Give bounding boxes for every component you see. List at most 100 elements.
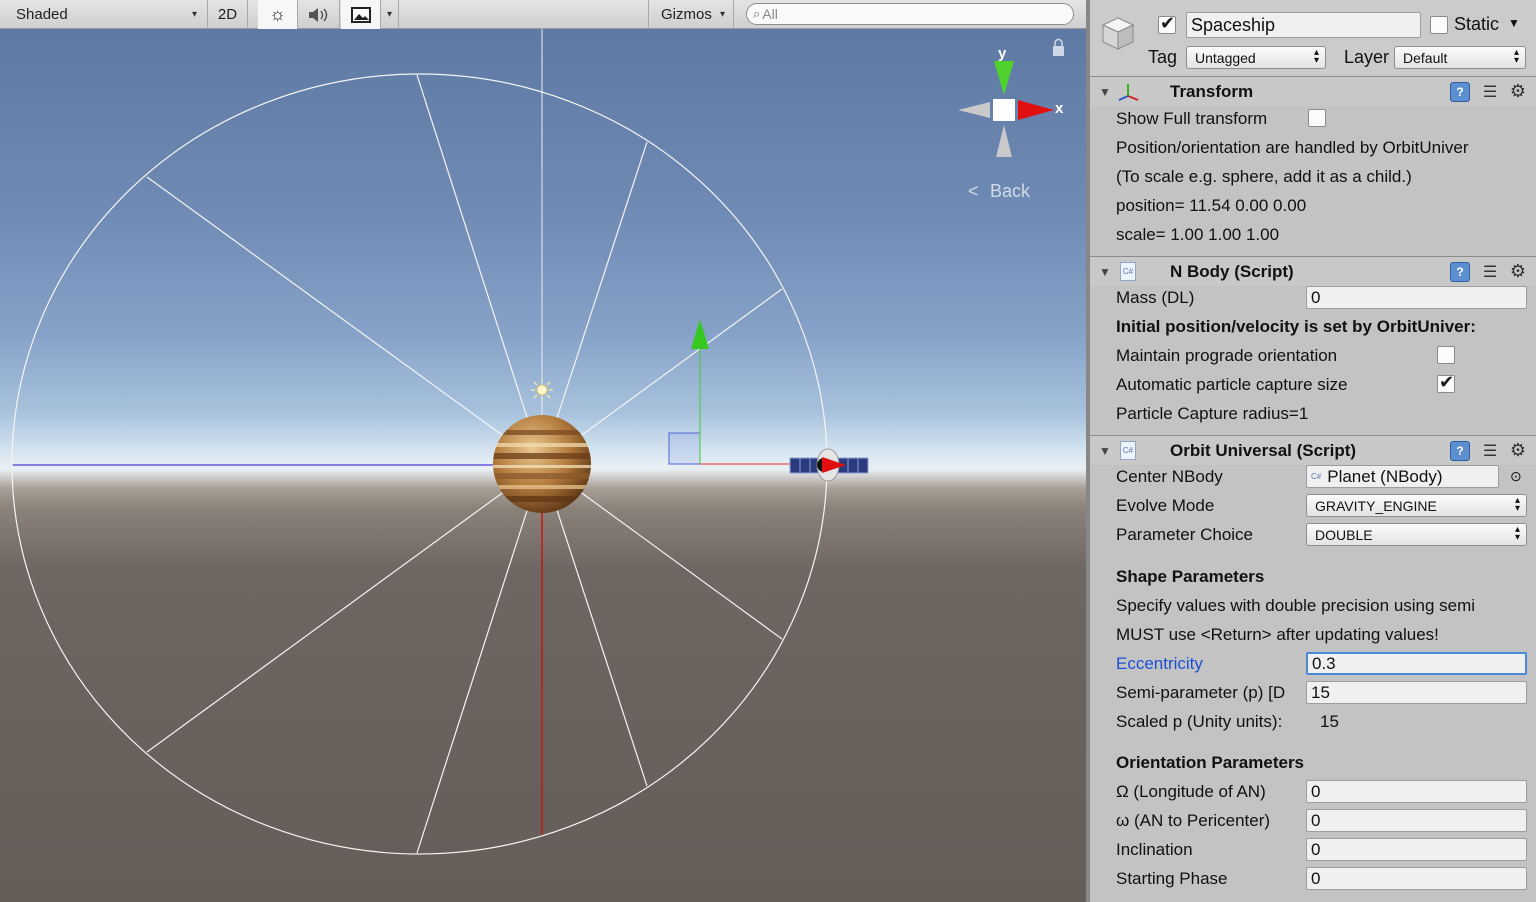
layer-label: Layer bbox=[1344, 47, 1390, 67]
static-label: Static bbox=[1454, 14, 1500, 34]
scene-view[interactable]: Shaded ▾ 2D ☼ ▾ Gizmos ▾ ⌕ All y x < Bac… bbox=[0, 0, 1086, 902]
help-icon[interactable]: ? bbox=[1450, 81, 1470, 102]
spaceship[interactable] bbox=[789, 448, 869, 482]
presets-icon[interactable]: ☰ bbox=[1480, 441, 1500, 461]
initial-position-note: Initial position/velocity is set by Orbi… bbox=[1116, 316, 1476, 336]
chevron-down-icon: ▾ bbox=[386, 9, 393, 20]
back-label[interactable]: Back bbox=[990, 181, 1031, 201]
static-checkbox[interactable] bbox=[1430, 16, 1448, 34]
back-chevron-icon[interactable]: < bbox=[968, 181, 979, 201]
light-gizmo-icon bbox=[531, 379, 553, 401]
show-full-transform-checkbox[interactable] bbox=[1308, 109, 1326, 127]
shape-note-1: Specify values with double precision usi… bbox=[1116, 595, 1476, 615]
transform-note-2: (To scale e.g. sphere, add it as a child… bbox=[1116, 166, 1412, 186]
gear-icon[interactable]: ⚙ bbox=[1508, 261, 1528, 282]
csharp-script-icon: C# bbox=[1311, 472, 1322, 481]
mass-field[interactable]: 0 bbox=[1306, 286, 1527, 309]
gear-icon[interactable]: ⚙ bbox=[1508, 81, 1528, 102]
scene-graphics: y x < Back bbox=[11, 29, 1064, 855]
effects-dropdown[interactable]: ▾ bbox=[381, 0, 399, 29]
planet[interactable] bbox=[490, 415, 600, 513]
semi-parameter-field[interactable]: 15 bbox=[1306, 681, 1527, 704]
scene-toolbar: Shaded ▾ 2D ☼ ▾ Gizmos ▾ ⌕ All bbox=[0, 0, 1086, 29]
starting-phase-field[interactable]: 0 bbox=[1306, 867, 1527, 890]
shape-parameters-heading: Shape Parameters bbox=[1116, 566, 1265, 586]
auto-capture-row: Automatic particle capture size bbox=[1090, 370, 1536, 399]
presets-icon[interactable]: ☰ bbox=[1480, 262, 1500, 282]
transform-header[interactable]: ▼ Transform ? ☰ ⚙ bbox=[1090, 76, 1536, 106]
orbit-universal-header[interactable]: ▼ C# Orbit Universal (Script) ? ☰ ⚙ bbox=[1090, 435, 1536, 465]
position-readout: position= 11.54 0.00 0.00 bbox=[1116, 195, 1307, 215]
tag-dropdown[interactable]: Untagged ▴ ▾ bbox=[1186, 46, 1326, 69]
chevron-down-icon: ▾ bbox=[191, 9, 197, 20]
help-icon[interactable]: ? bbox=[1450, 440, 1470, 461]
parameter-choice-dropdown[interactable]: DOUBLE ▴ ▾ bbox=[1306, 523, 1527, 546]
prograde-checkbox[interactable] bbox=[1437, 346, 1455, 364]
gameobject-cube-icon bbox=[1101, 17, 1135, 50]
nbody-header[interactable]: ▼ C# N Body (Script) ? ☰ ⚙ bbox=[1090, 256, 1536, 286]
gizmo-x-cone bbox=[1018, 100, 1054, 120]
scene-search-input[interactable]: ⌕ All bbox=[746, 3, 1074, 25]
scaled-p-row: Scaled p (Unity units): 15 bbox=[1116, 711, 1339, 731]
transform-axes-icon bbox=[1118, 84, 1139, 101]
2d-toggle-button[interactable]: 2D bbox=[208, 0, 248, 29]
inclination-field[interactable]: 0 bbox=[1306, 838, 1527, 861]
transform-note-1: Position/orientation are handled by Orbi… bbox=[1116, 137, 1469, 157]
an-to-pericenter-row: ω (AN to Pericenter) 0 bbox=[1090, 806, 1536, 835]
gizmo-y-label: y bbox=[998, 45, 1007, 62]
move-tool-gizmo[interactable] bbox=[668, 319, 812, 465]
gear-icon[interactable]: ⚙ bbox=[1508, 440, 1528, 461]
object-name-field[interactable]: Spaceship bbox=[1186, 12, 1421, 38]
inspector-panel: Spaceship Static ▼ Tag Untagged ▴▾ Layer… bbox=[1090, 0, 1536, 902]
auto-capture-checkbox[interactable] bbox=[1437, 372, 1455, 393]
sun-icon: ☼ bbox=[269, 4, 286, 24]
tag-label: Tag bbox=[1148, 47, 1178, 67]
mass-row: Mass (DL) 0 bbox=[1090, 283, 1536, 312]
gizmo-x-label: x bbox=[1055, 100, 1064, 117]
layer-dropdown[interactable]: Default ▴ ▾ bbox=[1394, 46, 1526, 69]
scene-viewport[interactable]: y x < Back bbox=[0, 29, 1086, 902]
foldout-arrow-icon[interactable]: ▼ bbox=[1099, 444, 1111, 458]
image-icon bbox=[350, 6, 371, 23]
eccentricity-row: Eccentricity 0.3 bbox=[1090, 649, 1536, 678]
starting-phase-row: Starting Phase 0 bbox=[1090, 864, 1536, 893]
foldout-arrow-icon[interactable]: ▼ bbox=[1099, 265, 1111, 279]
csharp-script-icon: C# bbox=[1120, 262, 1136, 281]
help-icon[interactable]: ? bbox=[1450, 261, 1470, 282]
presets-icon[interactable]: ☰ bbox=[1480, 82, 1500, 102]
object-picker-icon[interactable]: ⊙ bbox=[1510, 468, 1522, 485]
an-to-pericenter-field[interactable]: 0 bbox=[1306, 809, 1527, 832]
updown-arrows-icon: ▴ ▾ bbox=[1514, 524, 1520, 543]
show-full-transform-row: Show Full transform bbox=[1090, 104, 1536, 133]
gizmos-dropdown[interactable]: Gizmos ▾ bbox=[648, 0, 734, 29]
search-icon: ⌕ bbox=[753, 6, 761, 21]
semi-parameter-row: Semi-parameter (p) [D 15 bbox=[1090, 678, 1536, 707]
capture-radius-readout: Particle Capture radius=1 bbox=[1116, 403, 1309, 423]
gizmo-y-cone bbox=[994, 61, 1014, 95]
orientation-gizmo[interactable] bbox=[958, 38, 1064, 158]
lighting-toggle-button[interactable]: ☼ bbox=[258, 0, 298, 29]
orientation-parameters-heading: Orientation Parameters bbox=[1116, 752, 1305, 772]
center-nbody-field[interactable]: C# Planet (NBody) bbox=[1306, 465, 1499, 488]
active-checkbox[interactable] bbox=[1158, 13, 1176, 34]
updown-arrows-icon: ▴ ▾ bbox=[1513, 47, 1519, 66]
parameter-choice-row: Parameter Choice DOUBLE ▴ ▾ bbox=[1090, 520, 1536, 549]
eccentricity-field[interactable]: 0.3 bbox=[1306, 652, 1527, 675]
evolve-mode-dropdown[interactable]: GRAVITY_ENGINE ▴ ▾ bbox=[1306, 494, 1527, 517]
updown-arrows-icon: ▴ ▾ bbox=[1313, 47, 1319, 66]
center-nbody-row: Center NBody C# Planet (NBody) ⊙ bbox=[1090, 462, 1536, 491]
evolve-mode-row: Evolve Mode GRAVITY_ENGINE ▴ ▾ bbox=[1090, 491, 1536, 520]
prograde-row: Maintain prograde orientation bbox=[1090, 341, 1536, 370]
foldout-arrow-icon[interactable]: ▼ bbox=[1099, 85, 1111, 99]
object-header: Spaceship Static ▼ Tag Untagged ▴▾ Layer… bbox=[1090, 0, 1536, 76]
updown-arrows-icon: ▴ ▾ bbox=[1514, 495, 1520, 514]
audio-toggle-button[interactable] bbox=[298, 0, 340, 29]
shading-mode-dropdown[interactable]: Shaded ▾ bbox=[0, 0, 208, 29]
static-dropdown-icon[interactable]: ▼ bbox=[1508, 16, 1520, 30]
speaker-icon bbox=[308, 7, 327, 22]
longitude-an-field[interactable]: 0 bbox=[1306, 780, 1527, 803]
shape-note-2: MUST use <Return> after updating values! bbox=[1116, 624, 1439, 644]
effects-toggle-button[interactable] bbox=[341, 0, 381, 29]
csharp-script-icon: C# bbox=[1120, 441, 1136, 460]
chevron-down-icon: ▾ bbox=[719, 9, 725, 20]
